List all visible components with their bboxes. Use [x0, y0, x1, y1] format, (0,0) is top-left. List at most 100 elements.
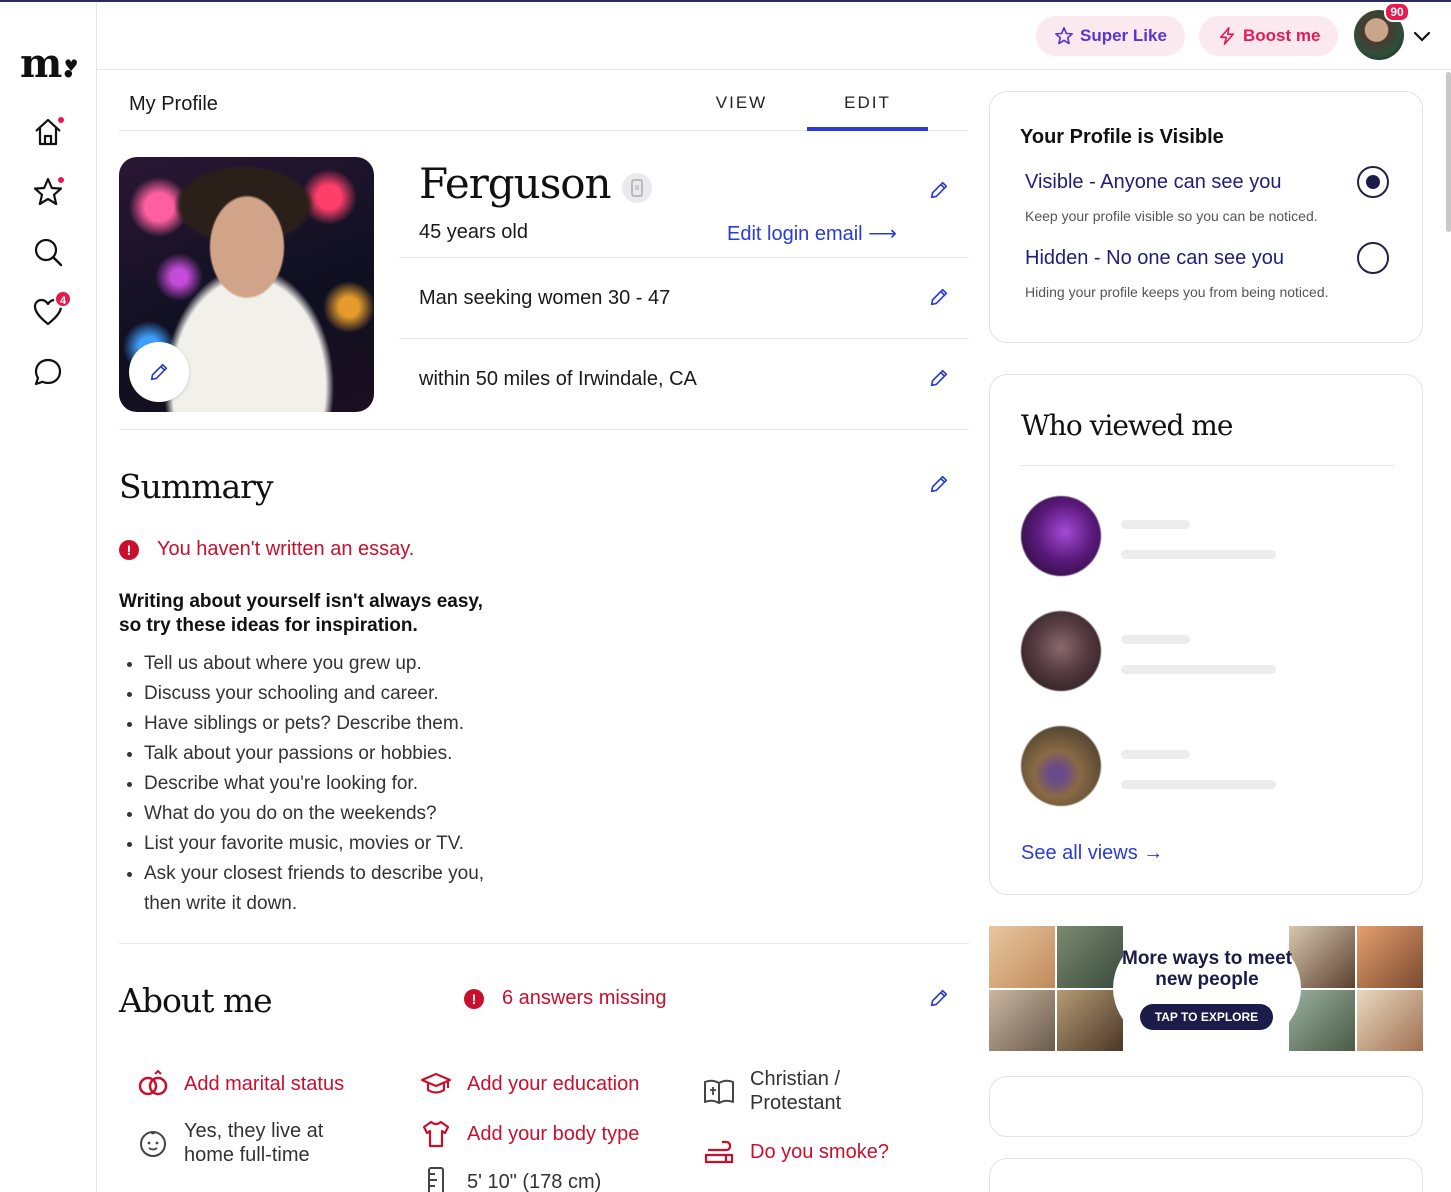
chat-bubble-icon	[34, 358, 62, 386]
list-item: Tell us about where you grew up.	[144, 649, 544, 679]
essay-ideas-list: Tell us about where you grew up. Discuss…	[144, 649, 544, 919]
kids-item: Yes, they live at home full-time	[136, 1119, 323, 1167]
kids-text: Yes, they live at home full-time	[184, 1119, 323, 1167]
list-item: List your favorite music, movies or TV.	[144, 829, 544, 859]
list-item: Have siblings or pets? Describe them.	[144, 709, 544, 739]
nav-messages[interactable]	[32, 356, 64, 388]
empty-card	[989, 1076, 1423, 1137]
book-icon	[704, 1079, 734, 1104]
nav-likes[interactable]: 4	[32, 290, 72, 328]
religion-line-2: Protestant	[750, 1092, 842, 1114]
likes-count-badge: 4	[54, 290, 72, 308]
edit-location-pencil-icon[interactable]	[928, 367, 950, 389]
list-item-text: then write it down.	[144, 893, 298, 914]
tab-view[interactable]: VIEW	[681, 93, 802, 131]
visible-option-description: Keep your profile visible so you can be …	[1025, 208, 1318, 224]
tab-edit[interactable]: EDIT	[807, 93, 928, 131]
top-header: Super Like Boost me 90	[97, 2, 1451, 70]
profile-tabs-bar: My Profile VIEW EDIT	[118, 71, 968, 131]
profile-name: Ferguson	[419, 159, 612, 208]
logo-heart-icon: ♥	[64, 56, 78, 75]
divider	[119, 429, 969, 430]
super-like-label: Super Like	[1080, 26, 1167, 45]
edit-photo-button[interactable]	[129, 342, 189, 402]
empty-card	[989, 1158, 1423, 1192]
answers-missing-warning: ! 6 answers missing	[464, 987, 667, 1010]
visible-radio[interactable]	[1357, 166, 1389, 198]
hidden-option-label[interactable]: Hidden - No one can see you	[1025, 247, 1284, 270]
page-scrollbar[interactable]	[1446, 72, 1451, 232]
visibility-card: Your Profile is Visible Visible - Anyone…	[989, 91, 1423, 343]
edit-seeking-pencil-icon[interactable]	[928, 286, 950, 308]
star-outline-icon	[1055, 27, 1073, 45]
promo-photo	[1357, 926, 1423, 988]
viewer-detail-placeholder	[1121, 780, 1276, 789]
edit-about-pencil-icon[interactable]	[928, 987, 950, 1009]
avatar-notification-badge: 90	[1384, 2, 1410, 22]
inspiration-line-2: so try these ideas for inspiration.	[119, 615, 418, 636]
graduation-cap-icon	[420, 1072, 452, 1094]
nav-home[interactable]	[32, 115, 66, 148]
see-all-views-link[interactable]: See all views →	[1021, 842, 1163, 865]
edit-name-pencil-icon[interactable]	[928, 179, 950, 201]
height-text: 5' 10" (178 cm)	[467, 1171, 602, 1192]
inspiration-line-1: Writing about yourself isn't always easy…	[119, 591, 483, 612]
promo-banner[interactable]: More ways to meet new people TAP TO EXPL…	[989, 926, 1423, 1051]
tap-to-explore-button[interactable]: TAP TO EXPLORE	[1140, 1004, 1273, 1030]
nav-search[interactable]	[32, 236, 64, 268]
who-viewed-me-card: Who viewed me See all views →	[989, 374, 1423, 895]
pencil-icon	[150, 363, 168, 381]
nav-favorites[interactable]	[32, 175, 66, 208]
super-like-button[interactable]: Super Like	[1036, 16, 1185, 56]
kids-line-1: Yes, they live at	[184, 1120, 324, 1142]
page-title: My Profile	[129, 93, 218, 115]
marital-status-label: Add marital status	[184, 1072, 345, 1095]
smoking-label: Do you smoke?	[750, 1140, 889, 1163]
kids-line-2: home full-time	[184, 1144, 310, 1166]
promo-photo	[1057, 990, 1123, 1051]
home-notification-dot	[56, 115, 66, 125]
cigarette-icon	[704, 1140, 734, 1164]
viewer-avatar[interactable]	[1021, 496, 1101, 576]
boost-me-button[interactable]: Boost me	[1199, 16, 1339, 56]
viewer-detail-placeholder	[1121, 665, 1276, 674]
marital-status-item[interactable]: Add marital status	[136, 1067, 344, 1101]
baby-face-icon	[140, 1131, 166, 1157]
promo-title: More ways to meet new people	[1122, 948, 1292, 990]
divider	[399, 257, 969, 258]
list-item-text: Ask your closest friends to describe you…	[144, 863, 485, 884]
shirt-icon	[422, 1120, 450, 1148]
summary-heading: Summary	[119, 467, 274, 506]
left-nav-rail: m. ♥ 4	[0, 2, 97, 1192]
promo-photo	[1357, 990, 1423, 1051]
education-item[interactable]: Add your education	[419, 1067, 639, 1101]
chevron-down-icon[interactable]	[1411, 26, 1433, 48]
religion-text: Christian / Protestant	[750, 1067, 841, 1115]
divider	[119, 943, 969, 944]
smoking-item[interactable]: Do you smoke?	[702, 1135, 889, 1169]
body-type-item[interactable]: Add your body type	[419, 1117, 639, 1151]
viewer-avatar[interactable]	[1021, 726, 1101, 806]
list-item: Talk about your passions or hobbies.	[144, 739, 544, 769]
viewer-name-placeholder	[1121, 635, 1190, 644]
hidden-radio[interactable]	[1357, 242, 1389, 274]
viewer-avatar[interactable]	[1021, 611, 1101, 691]
verify-phone-icon[interactable]	[622, 173, 652, 203]
edit-summary-pencil-icon[interactable]	[928, 473, 950, 495]
essay-warning: ! You haven't written an essay.	[119, 538, 414, 561]
viewer-name-placeholder	[1121, 750, 1190, 759]
promo-photo	[989, 926, 1055, 988]
education-label: Add your education	[467, 1072, 640, 1095]
brand-logo[interactable]: m. ♥	[20, 40, 78, 87]
boost-me-label: Boost me	[1243, 26, 1321, 45]
edit-login-email-link[interactable]: Edit login email ⟶	[727, 221, 897, 246]
inspiration-intro: Writing about yourself isn't always easy…	[119, 590, 539, 638]
visible-option-label[interactable]: Visible - Anyone can see you	[1025, 171, 1281, 194]
about-heading: About me	[119, 981, 273, 1020]
favorites-notification-dot	[56, 175, 66, 185]
divider	[1021, 465, 1394, 466]
body-type-label: Add your body type	[467, 1122, 640, 1145]
profile-main: My Profile VIEW EDIT Ferguson 45 years o…	[98, 71, 988, 1192]
list-item: Discuss your schooling and career.	[144, 679, 544, 709]
answers-missing-text: 6 answers missing	[502, 987, 667, 1009]
